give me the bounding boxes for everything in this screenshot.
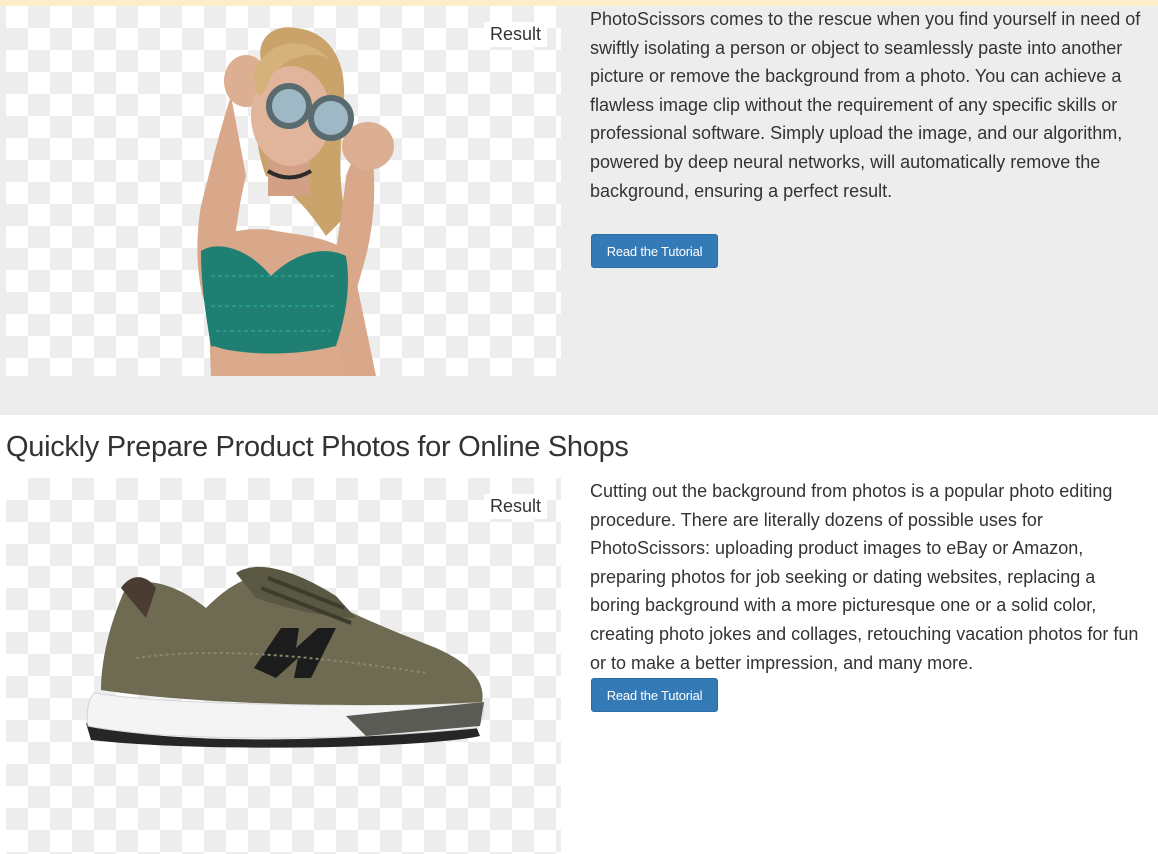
woman-cutout-image [197,27,394,376]
result-label: Result [483,22,547,47]
result-image-shoe: Result [6,478,561,854]
feature-description: Cutting out the background from photos i… [590,481,1139,673]
result-image-person: Result [6,6,561,376]
read-tutorial-button[interactable]: Read the Tutorial [591,234,718,268]
result-label: Result [483,494,547,519]
read-tutorial-button[interactable]: Read the Tutorial [591,678,718,712]
section-heading: Quickly Prepare Product Photos for Onlin… [6,431,629,463]
sneaker-cutout-image [86,566,485,748]
feature-description: PhotoScissors comes to the rescue when y… [590,9,1141,201]
